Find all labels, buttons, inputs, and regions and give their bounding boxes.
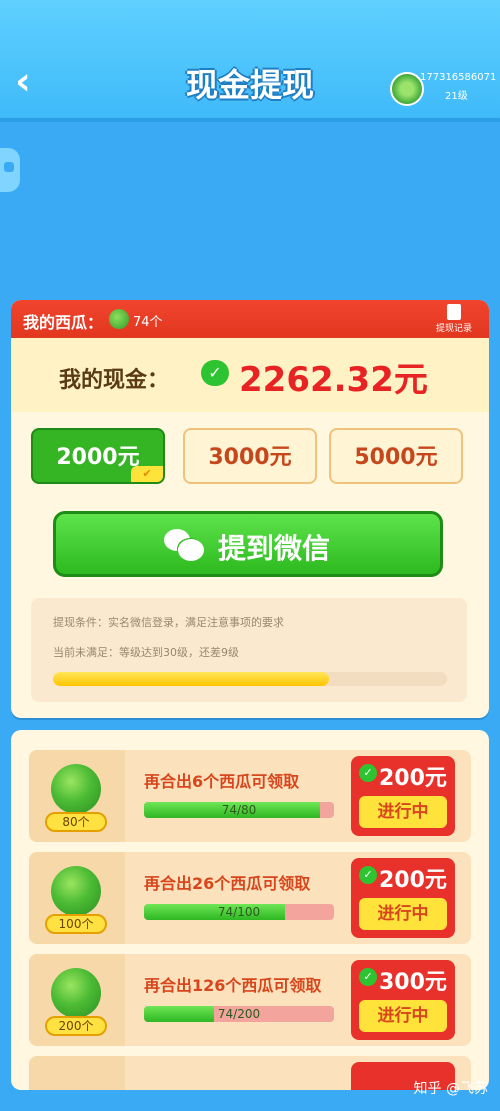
wechat-pay-icon: ✓ <box>359 968 377 986</box>
user-level: 21级 <box>445 91 468 102</box>
wechat-pay-icon: ✓ <box>359 764 377 782</box>
watermelon-icon <box>109 309 129 329</box>
top-bar: ‹ 现金提现 17731658607​1 21级 <box>0 0 500 122</box>
melon-target-tag: 80个 <box>45 812 107 832</box>
reward-panel: ✓ 200元 进行中 <box>351 756 455 836</box>
task-text: 再合出126个西瓜可领取 <box>144 976 322 995</box>
task-progress-bar: 74/200 <box>144 1006 334 1022</box>
level-progress-bar <box>53 672 447 686</box>
melon-label: 我的西瓜： <box>23 313 104 332</box>
amount-option-3000[interactable]: 3000元 <box>183 428 317 484</box>
task-progress-bar: 74/80 <box>144 802 334 818</box>
task-item: 80个 再合出6个西瓜可领取 74/80 ✓ 200元 进行中 <box>29 750 471 842</box>
avatar[interactable] <box>390 72 424 106</box>
user-id: 17731658607​1 <box>420 72 497 83</box>
task-progress-bar: 74/100 <box>144 904 334 920</box>
record-icon <box>447 304 461 320</box>
amount-option-2000[interactable]: 2000元 ✔ <box>31 428 165 484</box>
record-label: 提现记录 <box>435 324 472 334</box>
wechat-pay-icon: ✓ <box>359 866 377 884</box>
task-item-partial <box>29 1056 471 1090</box>
reward-panel: ✓ 300元 进行中 <box>351 960 455 1040</box>
reward-amount: 300元 <box>379 970 447 995</box>
controller-icon <box>4 162 14 172</box>
cash-label: 我的现金： <box>59 368 170 393</box>
task-item: 200个 再合出126个西瓜可领取 74/200 ✓ 300元 进行中 <box>29 954 471 1046</box>
cash-value: 2262.32元 <box>239 360 428 400</box>
level-progress-fill <box>53 672 329 686</box>
reward-amount: 200元 <box>379 766 447 791</box>
task-progress-text: 74/200 <box>217 1007 261 1021</box>
task-item: 100个 再合出26个西瓜可领取 74/100 ✓ 200元 进行中 <box>29 852 471 944</box>
reward-panel: ✓ 200元 进行中 <box>351 858 455 938</box>
in-progress-button[interactable]: 进行中 <box>359 1000 447 1032</box>
melon-header: 我的西瓜： 74个 提现记录 <box>11 300 489 338</box>
selected-check-icon: ✔ <box>131 466 163 482</box>
withdraw-card: 我的西瓜： 74个 提现记录 我的现金： ✓ 2262.32元 2000元 ✔ … <box>11 300 489 718</box>
in-progress-button[interactable]: 进行中 <box>359 898 447 930</box>
watermelon-icon <box>51 968 101 1018</box>
condition-text: 提现条件：实名微信登录，满足注意事项的要求 <box>53 616 284 629</box>
withdraw-button-label: 提到微信 <box>218 532 331 565</box>
in-progress-button[interactable]: 进行中 <box>359 796 447 828</box>
task-progress-text: 74/80 <box>221 803 257 817</box>
reward-amount: 200元 <box>379 868 447 893</box>
task-text: 再合出26个西瓜可领取 <box>144 874 311 893</box>
condition-status: 当前未满足：等级达到30级，还差9级 <box>53 646 239 659</box>
cash-row: 我的现金： ✓ 2262.32元 <box>11 338 489 412</box>
task-progress-text: 74/100 <box>217 905 261 919</box>
page-title: 现金提现 <box>185 66 314 104</box>
watermelon-icon <box>51 764 101 814</box>
watermelon-icon <box>51 866 101 916</box>
task-list: 80个 再合出6个西瓜可领取 74/80 ✓ 200元 进行中 100个 再合出… <box>11 730 489 1090</box>
task-text: 再合出6个西瓜可领取 <box>144 772 300 791</box>
side-float-tab[interactable] <box>0 148 20 192</box>
melon-target-tag: 100个 <box>45 914 107 934</box>
melon-target-tag: 200个 <box>45 1016 107 1036</box>
watermark: 知乎 @飞苏 <box>413 1081 488 1097</box>
withdraw-to-wechat-button[interactable]: 提到微信 <box>53 511 443 577</box>
withdraw-record-button[interactable]: 提现记录 <box>429 304 479 334</box>
wechat-icon <box>164 529 204 561</box>
withdraw-conditions: 提现条件：实名微信登录，满足注意事项的要求 当前未满足：等级达到30级，还差9级 <box>31 598 467 702</box>
melon-count: 74个 <box>133 315 163 330</box>
wechat-pay-icon: ✓ <box>201 360 229 386</box>
amount-option-5000[interactable]: 5000元 <box>329 428 463 484</box>
